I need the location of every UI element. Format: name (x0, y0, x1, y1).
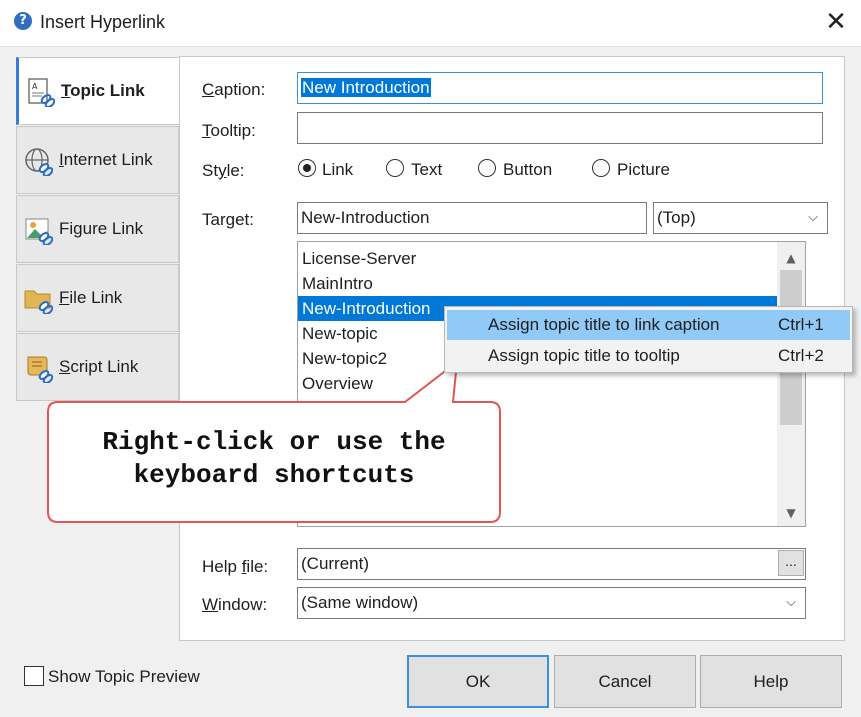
show-preview-label: Show Topic Preview (48, 667, 200, 686)
show-preview-checkbox[interactable] (24, 666, 44, 686)
cancel-button[interactable]: Cancel (554, 655, 696, 708)
menu-item-label: Assign topic title to tooltip (488, 346, 680, 365)
menu-item-shortcut: Ctrl+1 (778, 315, 824, 334)
callout-text: Right-click or use the keyboard shortcut… (54, 426, 494, 492)
context-menu: Assign topic title to link caption Ctrl+… (444, 306, 853, 373)
menu-item-shortcut: Ctrl+2 (778, 346, 824, 365)
menu-item-assign-caption[interactable]: Assign topic title to link caption Ctrl+… (447, 310, 850, 340)
menu-item-assign-tooltip[interactable]: Assign topic title to tooltip Ctrl+2 (447, 341, 850, 371)
callout-line-1: Right-click or use the (102, 427, 446, 457)
menu-item-label: Assign topic title to link caption (488, 315, 720, 334)
callout-line-2: keyboard shortcuts (133, 460, 415, 490)
ok-button[interactable]: OK (407, 655, 549, 708)
help-button[interactable]: Help (700, 655, 842, 708)
